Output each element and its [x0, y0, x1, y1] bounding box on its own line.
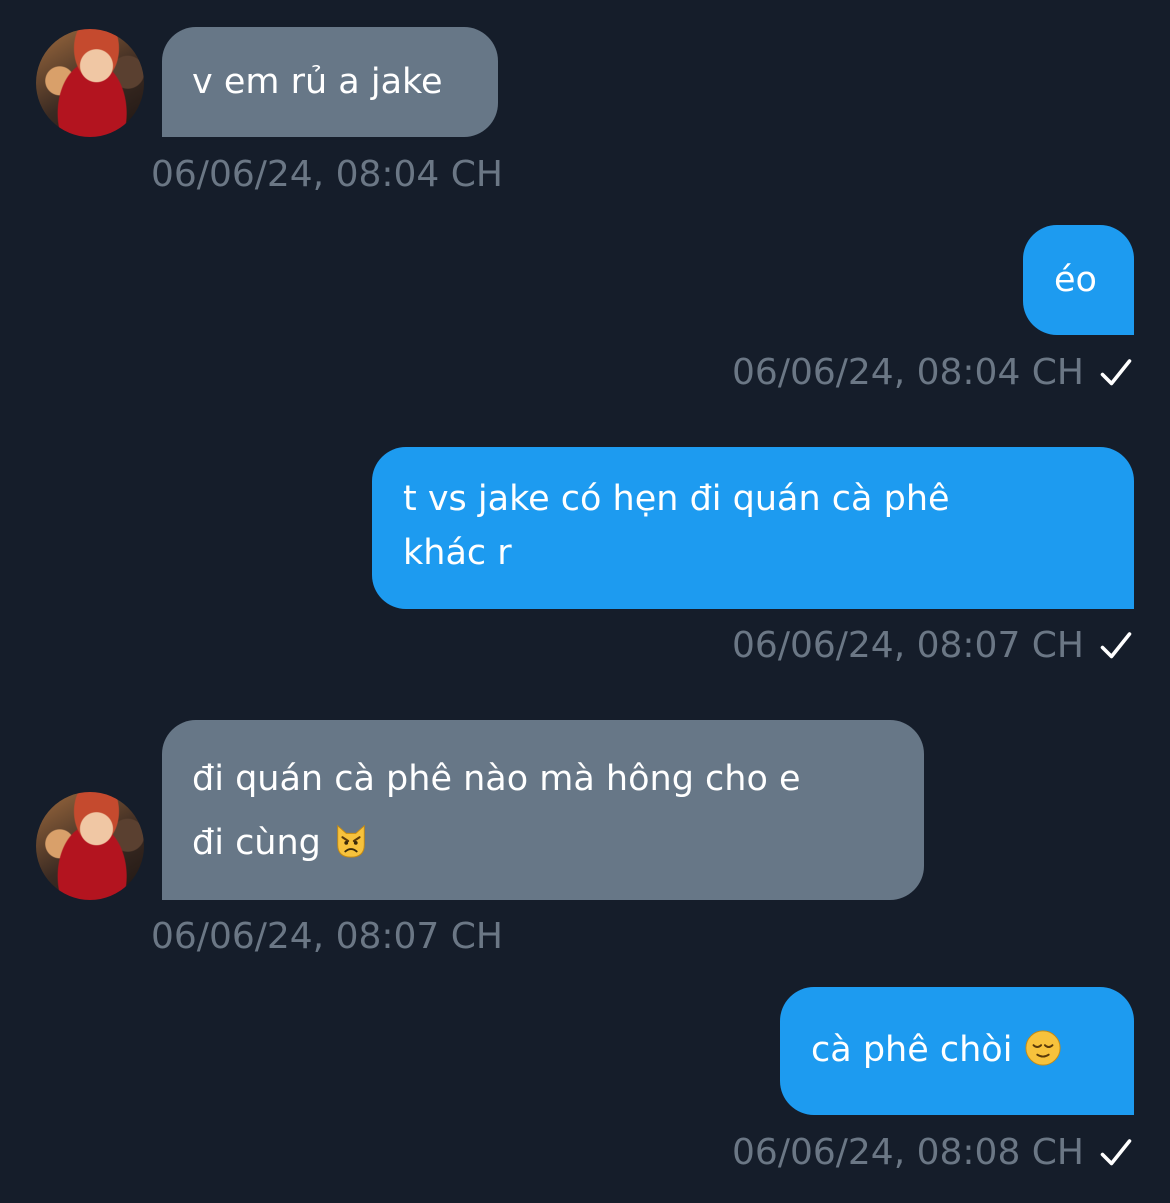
message-timestamp: 06/06/24, 08:04 CH: [732, 352, 1084, 393]
message-text-line: đi quán cà phê nào mà hông cho e: [192, 759, 801, 799]
message-meta: 06/06/24, 08:04 CH: [732, 351, 1134, 395]
pouting-cat-emoji: [337, 824, 365, 858]
message-timestamp: 06/06/24, 08:04 CH: [151, 154, 503, 195]
check-icon: [1100, 632, 1132, 659]
sender-avatar[interactable]: [36, 29, 144, 137]
message-bubble-outgoing[interactable]: éo: [1023, 225, 1134, 335]
message-bubble-incoming[interactable]: v em rủ a jake: [162, 27, 498, 137]
check-icon: [1100, 359, 1132, 386]
message-timestamp: 06/06/24, 08:07 CH: [151, 916, 503, 957]
relieved-face-emoji: [1025, 1030, 1061, 1066]
message-text-line: t vs jake có hẹn đi quán cà phê: [403, 479, 950, 519]
message-text: éo: [1054, 260, 1097, 300]
message-timestamp: 06/06/24, 08:07 CH: [732, 625, 1084, 666]
message-text: đi cùng: [192, 823, 321, 863]
check-icon: [1100, 1139, 1132, 1166]
message-meta: 06/06/24, 08:08 CH: [732, 1131, 1134, 1175]
message-bubble-incoming[interactable]: đi quán cà phê nào mà hông cho e đi cùng: [162, 720, 924, 900]
sender-avatar[interactable]: [36, 792, 144, 900]
message-text-line: đi cùng: [192, 811, 924, 875]
message-bubble-outgoing[interactable]: cà phê chòi: [780, 987, 1134, 1115]
message-text-line: khác r: [403, 533, 512, 573]
message-text: cà phê chòi: [811, 1030, 1013, 1070]
message-bubble-outgoing[interactable]: t vs jake có hẹn đi quán cà phê khác r: [372, 447, 1134, 609]
message-meta: 06/06/24, 08:07 CH: [732, 624, 1134, 668]
message-timestamp: 06/06/24, 08:08 CH: [732, 1132, 1084, 1173]
message-text: v em rủ a jake: [192, 62, 443, 102]
